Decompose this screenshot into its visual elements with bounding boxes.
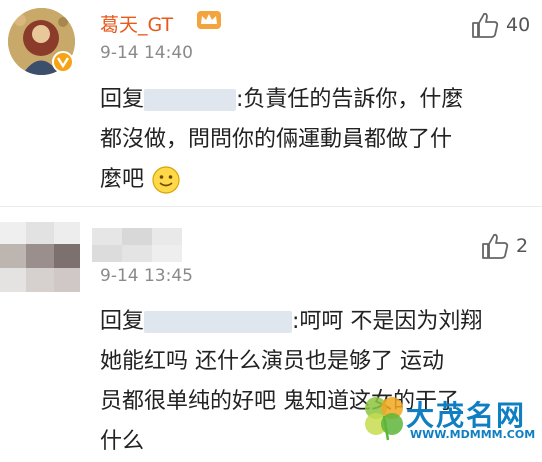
like-button[interactable]: 40 [470,11,530,39]
username-blurred[interactable] [92,228,182,262]
like-count: 40 [506,14,531,36]
blurred-username [144,89,237,111]
blurred-username [144,311,293,333]
thumbs-up-icon [482,233,509,259]
username[interactable]: 葛天_GT [100,10,173,37]
divider [0,206,542,207]
watermark-url: WWW.MDMMM.COM [410,428,536,441]
thumbs-up-icon [472,12,499,38]
site-watermark: 大茂名网 WWW.MDMMM.COM [362,394,538,444]
timestamp: 9-14 13:45 [100,266,193,286]
comment-item: 葛天_GT 9-14 14:40 40 回复:负責任的告訴你，什麼 都沒做，問問… [0,0,542,207]
like-button[interactable]: 2 [480,232,528,260]
verified-badge-icon [52,51,74,73]
timestamp: 9-14 14:40 [100,43,193,63]
reply-prefix: 回复 [100,87,145,112]
reply-prefix: 回复 [100,309,145,334]
crown-icon [196,9,222,31]
clover-logo-icon [365,397,403,441]
avatar[interactable] [0,222,80,292]
like-count: 2 [516,235,529,257]
reply-text: 回复:负責任的告訴你，什麼 都沒做，問問你的倆運動員都做了什 麼吧 [100,80,530,200]
smiley-emoji-icon [152,166,180,194]
